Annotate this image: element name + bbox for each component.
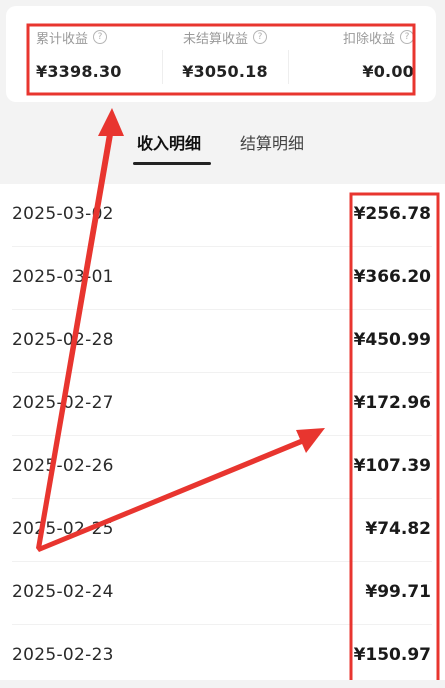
entry-date: 2025-02-27	[12, 393, 114, 413]
list-item[interactable]: 2025-03-02 ¥256.78	[0, 184, 445, 247]
entry-date: 2025-02-28	[12, 330, 114, 350]
entry-amount: ¥172.96	[353, 393, 431, 413]
entry-amount: ¥256.78	[353, 204, 431, 224]
list-item[interactable]: 2025-03-01 ¥366.20	[0, 247, 445, 310]
entry-amount: ¥107.39	[353, 456, 431, 476]
entry-date: 2025-02-23	[12, 645, 114, 665]
stat-deducted-earnings: 扣除收益 ? ¥0.00	[288, 26, 422, 102]
stat-total-earnings: 累计收益 ? ¥3398.30	[32, 26, 162, 102]
stat-label: 扣除收益	[342, 31, 395, 47]
entry-amount: ¥74.82	[365, 519, 431, 539]
tab-settlement-details[interactable]: 结算明细	[240, 132, 304, 156]
income-list: 2025-03-02 ¥256.78 2025-03-01 ¥366.20 20…	[0, 184, 445, 680]
stat-label-row: 未结算收益 ?	[183, 26, 267, 48]
stat-unsettled-earnings: 未结算收益 ? ¥3050.18	[162, 26, 288, 102]
entry-amount: ¥99.71	[365, 582, 431, 602]
stat-label: 未结算收益	[182, 31, 248, 47]
active-tab-indicator	[133, 162, 211, 165]
entry-amount: ¥450.99	[353, 330, 431, 350]
entry-date: 2025-03-02	[12, 204, 114, 224]
list-item[interactable]: 2025-02-23 ¥150.97	[0, 625, 445, 688]
tab-income-details[interactable]: 收入明细	[137, 132, 201, 156]
stat-label: 累计收益	[36, 31, 89, 47]
list-item[interactable]: 2025-02-26 ¥107.39	[0, 436, 445, 499]
stat-label-row: 累计收益 ?	[36, 26, 108, 48]
question-circle-icon[interactable]: ?	[253, 30, 267, 44]
stat-label-row: 扣除收益 ?	[343, 26, 414, 48]
entry-date: 2025-02-24	[12, 582, 114, 602]
stat-value: ¥0.00	[362, 62, 414, 81]
list-item[interactable]: 2025-02-25 ¥74.82	[0, 499, 445, 562]
entry-date: 2025-03-01	[12, 267, 114, 287]
entry-amount: ¥366.20	[353, 267, 431, 287]
question-circle-icon[interactable]: ?	[93, 30, 108, 44]
stat-value: ¥3398.30	[36, 62, 122, 81]
question-circle-icon[interactable]: ?	[400, 30, 414, 44]
detail-tabs: 收入明细 结算明细	[0, 118, 445, 168]
entry-date: 2025-02-25	[12, 519, 114, 539]
stat-value: ¥3050.18	[182, 62, 268, 81]
entry-date: 2025-02-26	[12, 456, 114, 476]
list-item[interactable]: 2025-02-27 ¥172.96	[0, 373, 445, 436]
entry-amount: ¥150.97	[353, 645, 431, 665]
list-item[interactable]: 2025-02-24 ¥99.71	[0, 562, 445, 625]
list-item[interactable]: 2025-02-28 ¥450.99	[0, 310, 445, 373]
earnings-summary-card: 累计收益 ? ¥3398.30 未结算收益 ? ¥3050.18 扣除收益 ? …	[6, 6, 436, 102]
summary-stats: 累计收益 ? ¥3398.30 未结算收益 ? ¥3050.18 扣除收益 ? …	[32, 26, 422, 102]
